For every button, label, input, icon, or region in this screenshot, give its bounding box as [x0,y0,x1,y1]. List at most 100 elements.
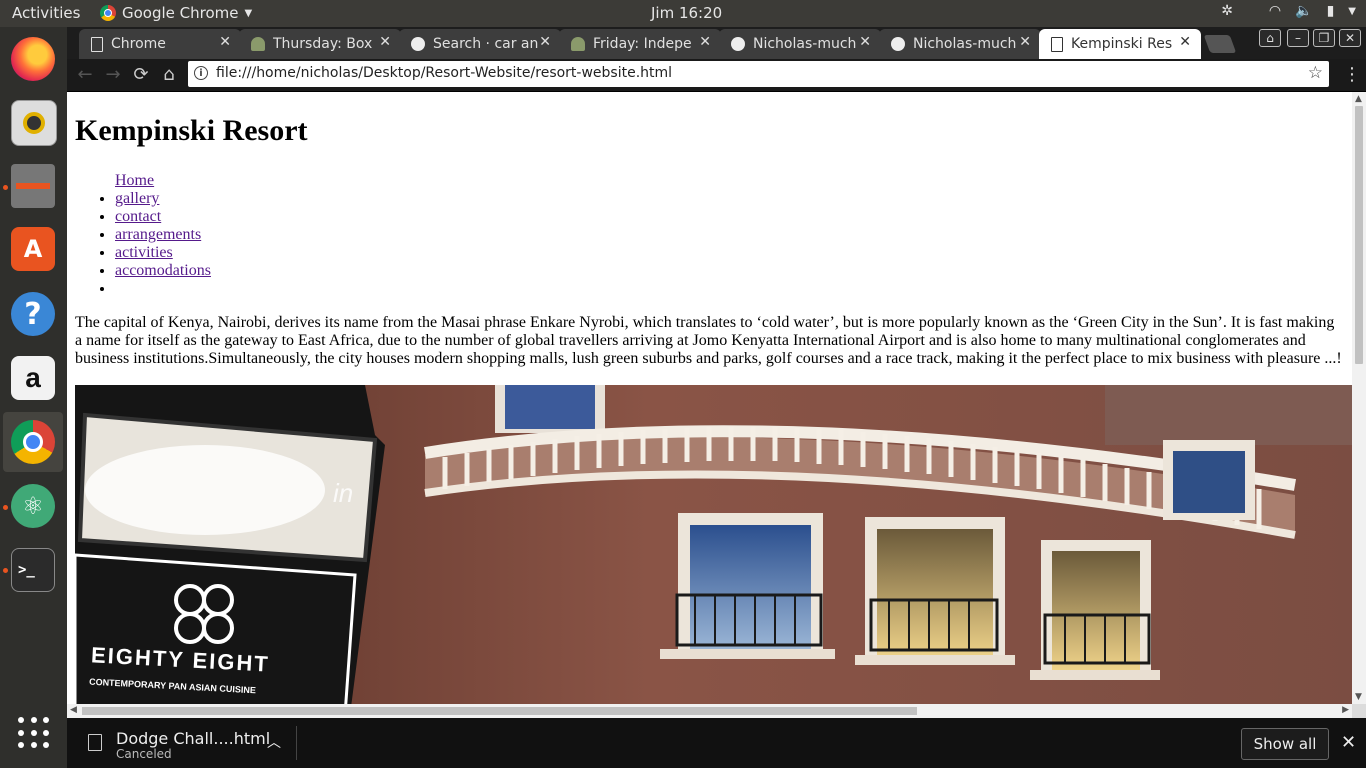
profile-icon[interactable]: ⌂ [1259,29,1281,47]
new-tab-button[interactable] [1203,35,1237,53]
dock-amazon[interactable]: a [11,356,55,400]
scroll-right-icon[interactable]: ▶ [1342,705,1349,715]
home-button[interactable]: ⌂ [157,63,181,87]
dock-terminal[interactable]: >_ [11,548,55,592]
close-icon[interactable]: ✕ [1019,34,1031,50]
github-icon [891,37,905,51]
tree-icon [571,37,585,51]
tab-label: Kempinski Res [1071,36,1173,52]
chrome-icon [100,5,116,21]
close-icon[interactable]: ✕ [859,34,871,50]
vertical-scroll-thumb[interactable] [1355,106,1363,364]
close-icon[interactable]: ✕ [219,34,231,50]
tab[interactable]: Nicholas-much ✕ [879,29,1041,59]
nav-link-home[interactable]: Home [115,172,154,189]
tab-label: Nicholas-much [913,36,1017,52]
bookmark-star-icon[interactable]: ☆ [1308,63,1323,83]
page-icon [1051,36,1063,52]
dock-software-center[interactable]: A [11,227,55,271]
dock-firefox[interactable] [11,37,55,81]
dock: A ? a ⚛ >_ [0,27,67,768]
tab[interactable]: Nicholas-much ✕ [719,29,881,59]
clock[interactable]: Jim 16:20 [651,4,722,22]
reload-button[interactable]: ⟳ [129,63,153,87]
dock-files[interactable] [11,164,55,208]
chevron-down-icon[interactable]: ▼ [1348,6,1356,17]
nav-item: accomodations [115,262,211,280]
download-filename[interactable]: Dodge Chall....html [116,729,270,748]
tab[interactable]: Thursday: Box ✕ [239,29,401,59]
tab-label: Nicholas-much [753,36,857,52]
battery-icon[interactable]: ▮ [1327,3,1335,19]
horizontal-scroll-thumb[interactable] [82,707,917,715]
chevron-up-icon[interactable]: ︿ [267,732,281,752]
tree-icon [251,37,265,51]
nav-item: activities [115,244,211,262]
nav-link-activities[interactable]: activities [115,244,173,261]
dock-rhythmbox[interactable] [11,100,57,146]
close-icon[interactable]: ✕ [699,34,711,50]
tab-active[interactable]: Kempinski Res ✕ [1039,29,1201,59]
hotel-exterior-photo: in EIGHTY EIGHT CONTEMPORARY PAN ASIAN C… [75,385,1352,704]
tab-label: Chrome [111,36,166,52]
github-icon [731,37,745,51]
sign-fragment-text: in [333,478,354,508]
tab-label: Friday: Indepe [593,36,692,52]
running-indicator [3,505,8,510]
maximize-button[interactable]: ❐ [1313,29,1335,47]
download-shelf: Dodge Chall....html Canceled ︿ Show all … [67,718,1366,768]
tab[interactable]: Chrome ✕ [79,29,241,59]
dock-chrome[interactable] [3,412,63,472]
close-icon[interactable]: ✕ [539,34,551,50]
url-input[interactable] [216,62,1296,84]
app-menu-label: Google Chrome [122,4,239,22]
scroll-left-icon[interactable]: ◀ [70,705,77,715]
horizontal-scrollbar[interactable]: ◀ ▶ [67,704,1352,718]
nav-link-accomodations[interactable]: accomodations [115,262,211,279]
close-icon[interactable]: ✕ [1179,34,1191,50]
close-window-button[interactable]: ✕ [1339,29,1361,47]
running-indicator [3,568,8,573]
amazon-icon: a [11,356,55,400]
wifi-icon[interactable]: ◠ [1269,3,1281,19]
download-status: Canceled [116,747,172,761]
file-icon [88,734,102,751]
vertical-scrollbar[interactable]: ▲ ▼ [1352,92,1366,704]
dock-help[interactable]: ? [11,292,55,336]
nav-item: Home [115,172,211,190]
page-title: Kempinski Resort [75,114,308,147]
dock-atom[interactable]: ⚛ [11,484,55,528]
nav-link-gallery[interactable]: gallery [115,190,159,207]
tab[interactable]: Search · car an ✕ [399,29,561,59]
minimize-button[interactable]: – [1287,29,1309,47]
close-icon[interactable]: ✕ [379,34,391,50]
address-bar[interactable]: i ☆ [188,61,1329,87]
nav-item: arrangements [115,226,211,244]
atom-icon: ⚛ [11,484,55,528]
help-icon: ? [11,292,55,336]
chrome-menu-icon[interactable]: ⋮ [1343,65,1361,85]
back-button[interactable]: ← [73,63,97,87]
volume-icon[interactable]: 🔈 [1295,3,1312,19]
nav-list: Home gallery contact arrangements activi… [75,172,211,298]
close-icon[interactable]: ✕ [1341,732,1356,753]
browser-toolbar: ← → ⟳ ⌂ i ☆ ⋮ [67,59,1366,91]
info-icon[interactable]: i [194,66,208,80]
nav-item-empty [115,280,211,298]
system-tray[interactable]: ✲ ◠ 🔈 ▮ ▼ [1221,3,1356,19]
settings-gear-icon[interactable]: ✲ [1221,3,1233,19]
show-applications-icon[interactable] [18,717,50,749]
forward-button[interactable]: → [101,63,125,87]
scroll-down-icon[interactable]: ▼ [1355,692,1362,702]
tab[interactable]: Friday: Indepe ✕ [559,29,721,59]
page-viewport[interactable]: Kempinski Resort Home gallery contact ar… [67,92,1352,704]
nav-link-contact[interactable]: contact [115,208,161,225]
activities-button[interactable]: Activities [12,4,80,22]
nav-link-arrangements[interactable]: arrangements [115,226,201,243]
file-cabinet-icon [11,164,55,208]
divider [296,726,297,760]
app-menu[interactable]: Google Chrome ▼ [100,4,252,22]
speaker-icon [11,100,57,146]
scroll-up-icon[interactable]: ▲ [1355,94,1362,104]
show-all-button[interactable]: Show all [1241,728,1329,760]
